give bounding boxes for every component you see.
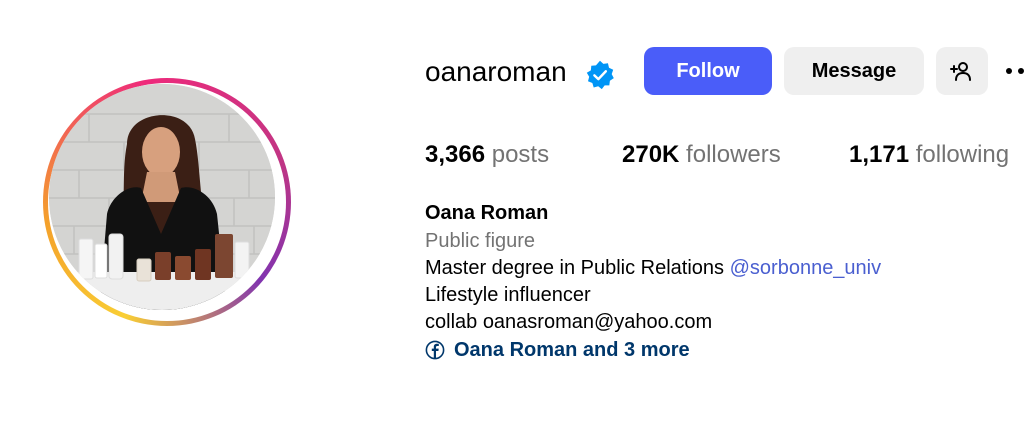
- suggest-accounts-button[interactable]: [936, 47, 988, 95]
- bio-line: collab oanasroman@yahoo.com: [425, 311, 713, 333]
- stat-posts: 3,366 posts: [425, 140, 549, 170]
- following-count: 1,171: [849, 141, 910, 168]
- bio-mention-link[interactable]: @sorbonne_univ: [730, 257, 882, 279]
- verified-badge-icon: [586, 60, 614, 90]
- follow-button[interactable]: Follow: [644, 47, 772, 95]
- stat-followers[interactable]: 270K followers: [622, 140, 781, 170]
- avatar[interactable]: [49, 84, 275, 310]
- bio-line: Master degree in Public Relations @sorbo…: [425, 256, 881, 280]
- followers-label: followers: [686, 141, 781, 168]
- bio-category: Public figure: [425, 230, 536, 252]
- message-button[interactable]: Message: [784, 47, 924, 95]
- posts-count: 3,366: [425, 141, 486, 168]
- followers-count: 270K: [622, 141, 680, 168]
- bio-line: Lifestyle influencer: [425, 284, 591, 306]
- external-links[interactable]: Oana Roman and 3 more: [425, 338, 690, 362]
- bio-full-name: Oana Roman: [425, 202, 549, 224]
- story-ring[interactable]: [43, 78, 291, 326]
- person-plus-icon: [950, 62, 971, 81]
- facebook-icon: [425, 340, 445, 360]
- stat-following[interactable]: 1,171 following: [849, 140, 1009, 170]
- posts-label: posts: [491, 141, 550, 168]
- links-label[interactable]: Oana Roman and 3 more: [454, 338, 690, 362]
- profile-photo: [49, 84, 275, 310]
- profile-username: oanaroman: [425, 56, 567, 87]
- more-options-icon[interactable]: [1006, 62, 1024, 80]
- following-label: following: [915, 141, 1010, 168]
- bio-line-text: Master degree in Public Relations: [425, 257, 730, 279]
